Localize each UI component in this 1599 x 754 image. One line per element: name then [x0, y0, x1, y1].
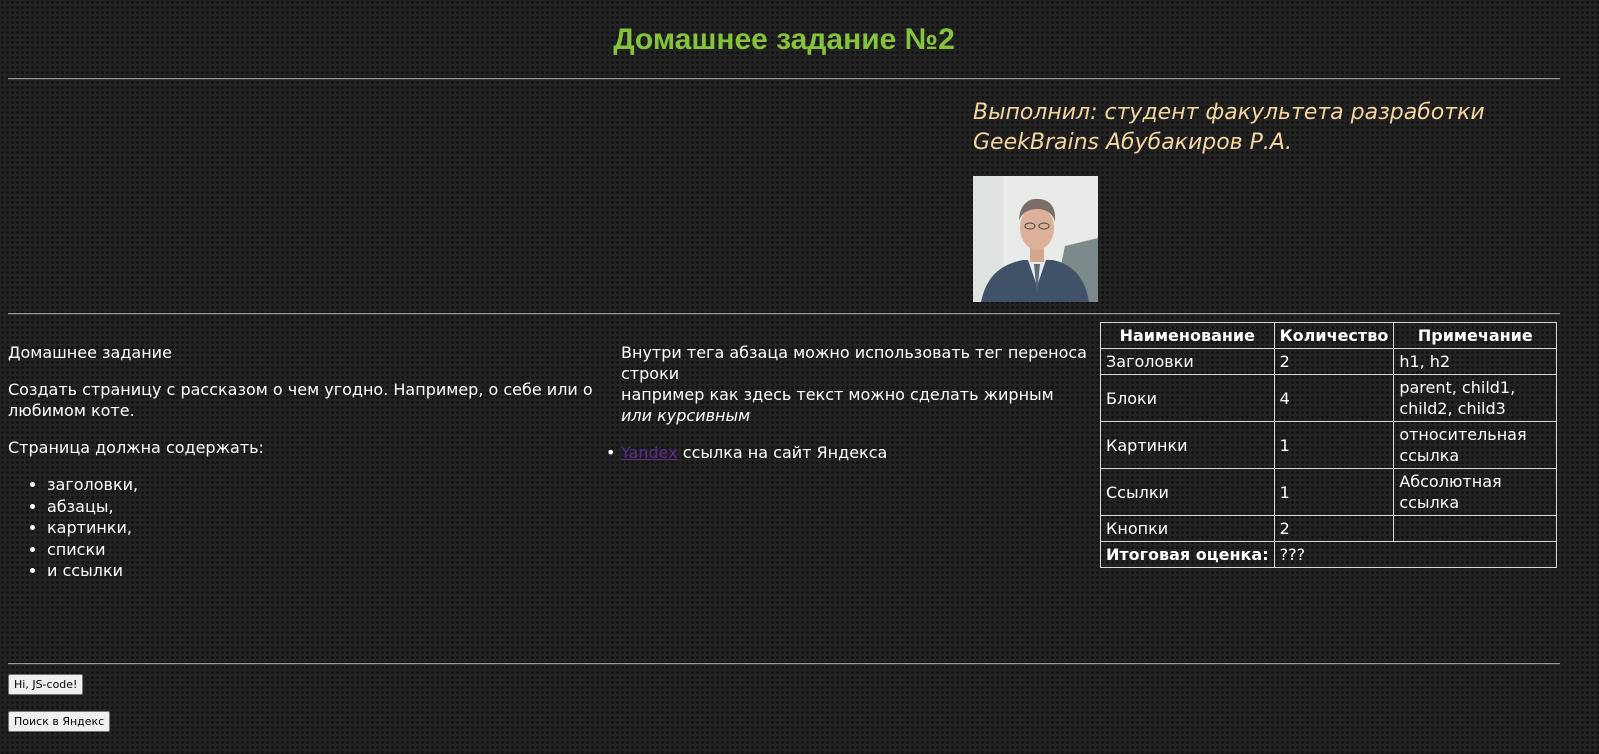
homework-description: Домашнее задание Создать страницу с расс…	[8, 342, 598, 582]
cell-name: Кнопки	[1100, 515, 1275, 542]
author-photo	[973, 176, 1098, 302]
example-line-3: или курсивным	[621, 406, 751, 425]
homework-text: Создать страницу с рассказом о чем угодн…	[8, 380, 593, 420]
divider-top	[8, 78, 1560, 80]
requirements-list: заголовки, абзацы, картинки, списки и сс…	[8, 474, 598, 582]
author-line-1: Выполнил: студент факультета разработки	[973, 100, 1485, 125]
author-portrait-image	[973, 176, 1098, 302]
example-paragraph: Внутри тега абзаца можно использовать те…	[621, 342, 1091, 426]
cell-count: 1	[1273, 468, 1395, 516]
divider-middle	[8, 313, 1560, 315]
header-note: Примечание	[1393, 322, 1558, 349]
list-item: картинки,	[47, 517, 598, 539]
cell-name: Блоки	[1100, 374, 1275, 422]
table-total-row: Итоговая оценка: ???	[1100, 541, 1558, 568]
cell-note: h1, h2	[1393, 348, 1558, 375]
cell-name: Заголовки	[1100, 348, 1275, 375]
list-item: заголовки,	[47, 474, 598, 496]
cell-count: 2	[1273, 348, 1395, 375]
list-item: абзацы,	[47, 496, 598, 518]
list-item: и ссылки	[47, 560, 598, 582]
cell-note: относительная ссылка	[1393, 421, 1558, 469]
table-row: Кнопки 2	[1100, 515, 1558, 542]
table-row: Ссылки 1 Абсолютная ссылка	[1100, 468, 1558, 516]
author-line-2: GeekBrains Абубакиров Р.А.	[973, 130, 1292, 155]
list-item: Yandex ссылка на сайт Яндекса	[606, 442, 1091, 463]
example-line-2: например как здесь текст можно сделать ж…	[621, 385, 1054, 404]
header-name: Наименование	[1100, 322, 1275, 349]
list-item: списки	[47, 539, 598, 561]
author-caption: Выполнил: студент факультета разработки …	[973, 98, 1563, 158]
header-count: Количество	[1273, 322, 1395, 349]
cell-count: 2	[1273, 515, 1395, 542]
must-contain-label: Страница должна содержать:	[8, 438, 264, 457]
yandex-link[interactable]: Yandex	[621, 443, 678, 462]
divider-bottom	[8, 663, 1560, 665]
cell-note: parent, child1, child2, child3	[1393, 374, 1558, 422]
yandex-search-button[interactable]: Поиск в Яндекс	[8, 711, 111, 732]
table-header-row: Наименование Количество Примечание	[1100, 322, 1558, 349]
hi-js-button[interactable]: Hi, JS-code!	[8, 674, 84, 695]
homework-heading: Домашнее задание	[8, 343, 172, 362]
yandex-link-description: ссылка на сайт Яндекса	[677, 443, 888, 462]
cell-note: Абсолютная ссылка	[1393, 468, 1558, 516]
cell-name: Ссылки	[1100, 468, 1275, 516]
table-row: Заголовки 2 h1, h2	[1100, 348, 1558, 375]
links-list: Yandex ссылка на сайт Яндекса	[606, 442, 1091, 463]
cell-name: Картинки	[1100, 421, 1275, 469]
cell-count: 1	[1273, 421, 1395, 469]
total-value: ???	[1273, 541, 1558, 568]
table-row: Картинки 1 относительная ссылка	[1100, 421, 1558, 469]
total-label: Итоговая оценка:	[1100, 541, 1275, 568]
cell-note	[1393, 515, 1558, 542]
page-title: Домашнее задание №2	[613, 23, 955, 56]
table-row: Блоки 4 parent, child1, child2, child3	[1100, 374, 1558, 422]
homework-table: Наименование Количество Примечание Загол…	[1100, 322, 1558, 568]
example-line-1: Внутри тега абзаца можно использовать те…	[621, 343, 1087, 383]
example-block: Внутри тега абзаца можно использовать те…	[606, 342, 1091, 463]
cell-count: 4	[1273, 374, 1395, 422]
